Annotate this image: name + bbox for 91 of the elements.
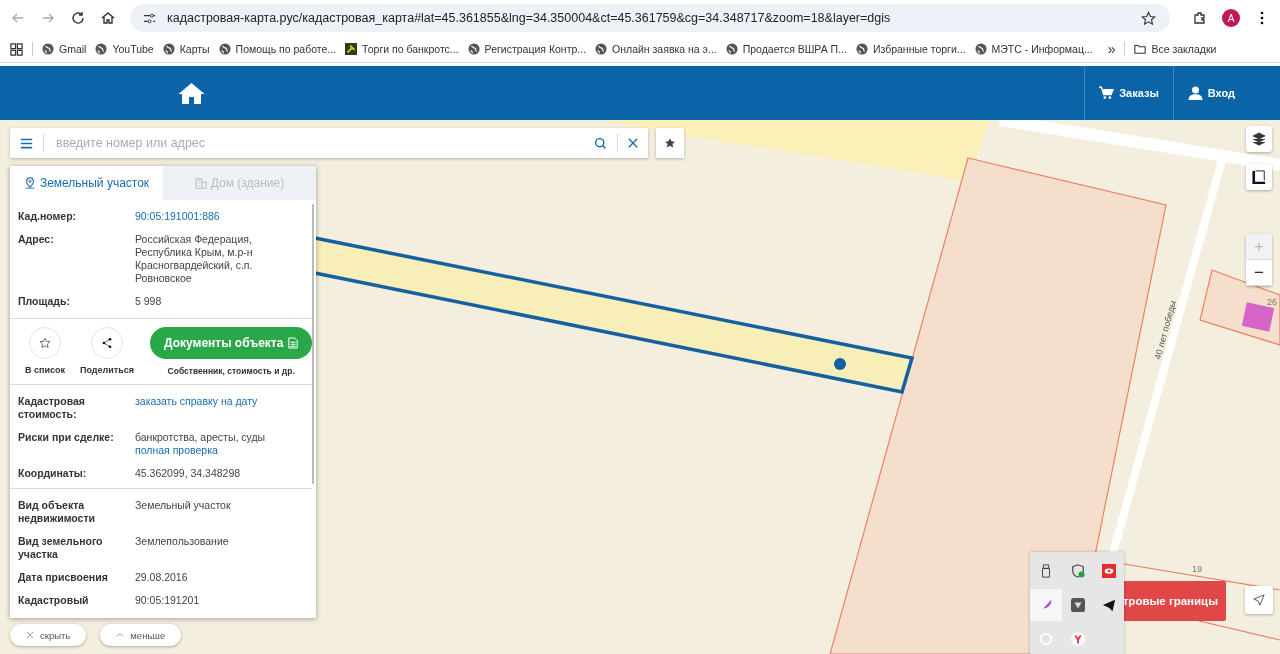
globe-icon	[595, 43, 608, 55]
hide-button[interactable]: скрыть	[10, 624, 87, 646]
bookmark-item[interactable]: Онлайн заявка на э...	[595, 43, 717, 55]
add-to-list-label: В список	[25, 365, 65, 375]
chevron-badge-icon[interactable]	[1070, 598, 1085, 612]
field-value: 45.362099, 34.348298	[135, 467, 241, 480]
field-value: Российская Федерация, Республика Крым, м.р-н Красногвардейский, с.п. Ровновское	[135, 233, 254, 285]
bookmarks-overflow[interactable]: »	[1107, 41, 1116, 57]
home-icon[interactable]	[178, 82, 205, 104]
y-logo-icon[interactable]	[1070, 632, 1085, 646]
field-value: Землепользование	[135, 535, 229, 548]
apps-grid-icon[interactable]	[10, 42, 23, 56]
profile-avatar[interactable]: A	[1222, 9, 1240, 27]
field-label: Площадь:	[18, 295, 71, 308]
share-label: Поделиться	[80, 365, 134, 375]
bookmark-item[interactable]: Торги по банкротс...	[345, 43, 459, 55]
user-icon	[1187, 86, 1203, 100]
documents-note: Собственник, стоимость и др.	[167, 366, 295, 376]
search-field[interactable]: введите номер или адрес	[10, 128, 648, 158]
chevron-up-icon	[116, 631, 125, 639]
globe-icon	[42, 43, 54, 55]
globe-icon	[467, 43, 480, 55]
home-icon[interactable]	[100, 10, 116, 26]
zoom-out-button[interactable]: −	[1246, 260, 1272, 286]
field-label: Кад.номер:	[18, 210, 78, 223]
globe-icon	[974, 43, 987, 55]
shield-icon[interactable]	[1070, 564, 1085, 578]
globe-icon	[855, 43, 868, 55]
field-label: Вид земельного участка	[18, 535, 104, 561]
location-pin-icon	[23, 177, 36, 189]
field-label: Вид объекта недвижимости	[18, 499, 96, 525]
plot-number: 26	[1267, 297, 1277, 307]
close-icon	[26, 631, 34, 639]
field-label: Кадастровый	[18, 594, 90, 607]
building-icon	[194, 177, 207, 189]
gavel-icon	[345, 43, 358, 55]
ruler-button[interactable]	[1246, 164, 1272, 190]
bookmark-item[interactable]: Gmail	[42, 43, 87, 55]
folder-icon	[1134, 43, 1147, 55]
globe-icon	[95, 43, 108, 55]
navigation-arrow-icon	[1253, 594, 1265, 606]
usb-drive-icon[interactable]	[1039, 564, 1053, 578]
globe-icon	[162, 43, 175, 55]
field-label: Адрес:	[18, 233, 55, 247]
share-icon	[101, 337, 113, 349]
ruler-icon	[1252, 170, 1266, 184]
street-label: 40 лет победы	[1152, 299, 1178, 361]
search-input[interactable]: введите номер или адрес	[54, 135, 584, 151]
layers-icon	[1252, 132, 1266, 146]
favorites-button[interactable]	[656, 128, 684, 158]
field-label: Кадастровая стоимость:	[18, 395, 86, 421]
url-text: кадастровая-карта.рус/кадастровая_карта#lat=45.361855&lng=34.350004&ct=45.361759&cg=34.348717&zoom=18&layer=dgis	[167, 11, 892, 25]
bookmark-item[interactable]: Избранные торги...	[855, 43, 966, 55]
bookmark-item[interactable]: Регистрация Контр...	[467, 43, 587, 55]
field-value: Земельный участок	[135, 499, 231, 512]
locate-button[interactable]	[1245, 586, 1273, 614]
field-value: 5 998	[135, 295, 162, 308]
bookmark-item[interactable]: Продается ВШРА П...	[725, 43, 847, 55]
paper-plane-icon[interactable]	[1101, 598, 1116, 612]
star-icon	[664, 137, 676, 149]
bookmark-star-icon[interactable]	[1141, 10, 1156, 26]
field-link[interactable]: полная проверка	[135, 444, 218, 457]
field-label: Риски при сделке:	[18, 431, 115, 445]
document-icon	[288, 337, 299, 349]
star-icon	[39, 337, 51, 349]
eye-badge-icon[interactable]	[1101, 564, 1116, 578]
field-link[interactable]: 90:05:191001:886	[135, 210, 220, 223]
all-bookmarks[interactable]: Все закладки	[1134, 43, 1217, 55]
field-value: 29.08.2016	[135, 571, 188, 584]
extensions-icon[interactable]	[1192, 10, 1208, 26]
panel-tab[interactable]: Земельный участок	[10, 166, 163, 200]
globe-icon	[218, 43, 231, 55]
field-value: 90:05:191201	[135, 594, 200, 607]
address-bar[interactable]: кадастровая-карта.рус/кадастровая_карта#lat=45.361855&lng=34.350004&ct=45.361759&cg=34.348717&zoom=18&layer=dgis	[130, 4, 1170, 32]
globe-icon	[725, 43, 738, 55]
field-value: банкротства, аресты, суды	[135, 431, 266, 444]
bookmark-item[interactable]: Карты	[162, 43, 210, 55]
field-label: Координаты:	[18, 467, 88, 480]
field-label: Дата присвоения	[18, 571, 109, 584]
plot-number: 19	[1190, 564, 1204, 574]
cart-icon	[1099, 86, 1115, 100]
field-link[interactable]: заказать справку на дату	[135, 395, 258, 408]
bookmark-item[interactable]: YouTube	[95, 43, 154, 55]
search-icon[interactable]	[594, 136, 607, 150]
reload-icon[interactable]	[70, 10, 86, 26]
scrollbar-thumb[interactable]	[312, 204, 314, 484]
close-icon[interactable]	[628, 138, 638, 148]
bookmark-item[interactable]: МЭТС - Информац...	[974, 43, 1093, 55]
collapse-button[interactable]: меньше	[100, 624, 182, 646]
bookmark-item[interactable]: Помощь по работе...	[218, 43, 337, 55]
layers-button[interactable]	[1246, 126, 1272, 152]
